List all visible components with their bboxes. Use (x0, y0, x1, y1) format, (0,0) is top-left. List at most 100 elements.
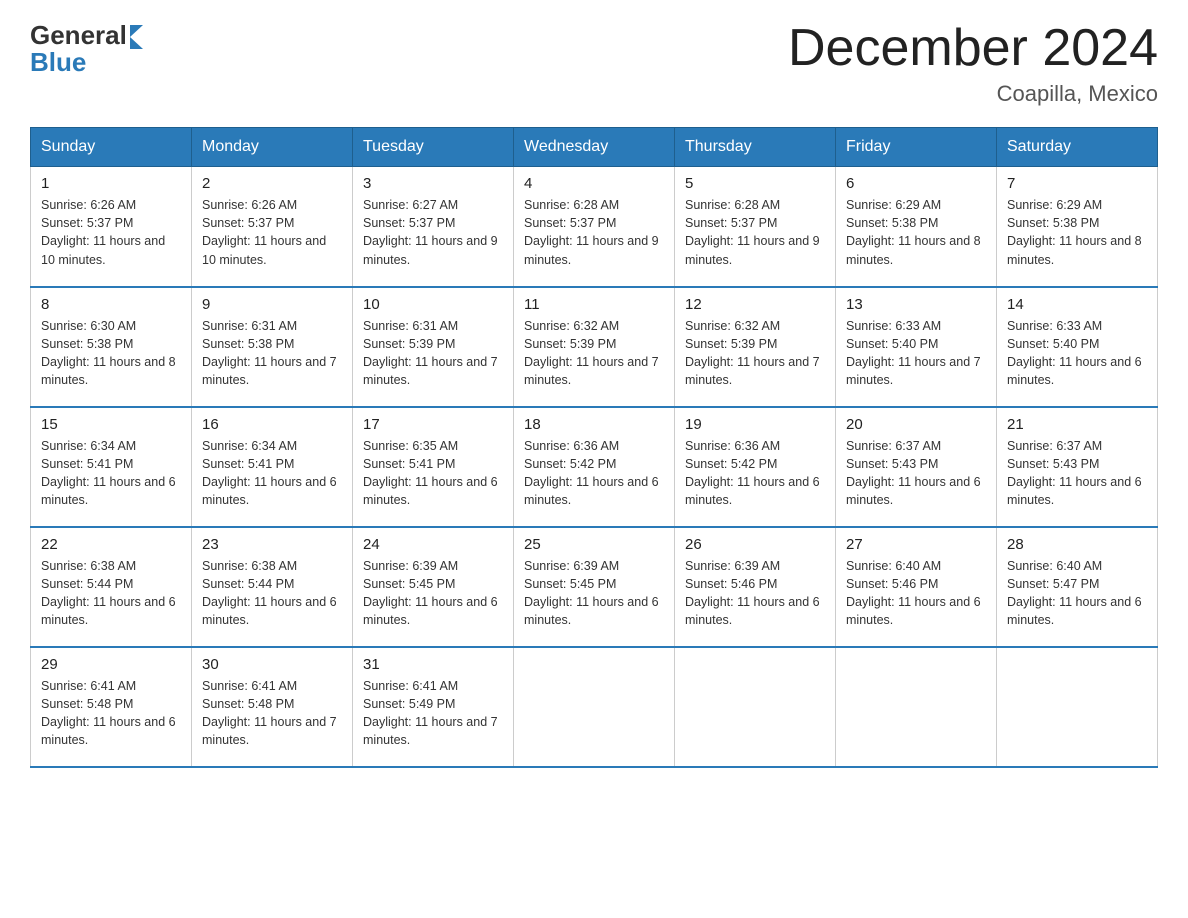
day-info: Sunrise: 6:39 AMSunset: 5:45 PMDaylight:… (524, 557, 664, 630)
day-info: Sunrise: 6:36 AMSunset: 5:42 PMDaylight:… (685, 437, 825, 510)
day-number: 27 (846, 536, 986, 553)
column-header-wednesday: Wednesday (514, 128, 675, 167)
calendar-cell: 30 Sunrise: 6:41 AMSunset: 5:48 PMDayligh… (192, 647, 353, 767)
calendar-cell: 23Sunrise: 6:38 AMSunset: 5:44 PMDayligh… (192, 527, 353, 647)
day-info: Sunrise: 6:34 AMSunset: 5:41 PMDaylight:… (202, 437, 342, 510)
calendar-cell: 22Sunrise: 6:38 AMSunset: 5:44 PMDayligh… (31, 527, 192, 647)
calendar-cell: 16 Sunrise: 6:34 AMSunset: 5:41 PMDayligh… (192, 407, 353, 527)
calendar-cell: 2Sunrise: 6:26 AMSunset: 5:37 PMDaylight… (192, 167, 353, 287)
day-number: 18 (524, 416, 664, 433)
day-number: 4 (524, 175, 664, 192)
day-number: 30 (202, 656, 342, 673)
day-number: 7 (1007, 175, 1147, 192)
page-header: General Blue December 2024 Coapilla, Mex… (30, 20, 1158, 107)
day-info: Sunrise: 6:29 AMSunset: 5:38 PMDaylight:… (846, 196, 986, 269)
day-number: 25 (524, 536, 664, 553)
day-number: 16 (202, 416, 342, 433)
day-number: 21 (1007, 416, 1147, 433)
logo-area: General Blue (30, 20, 143, 78)
calendar-header-row: SundayMondayTuesdayWednesdayThursdayFrid… (31, 128, 1158, 167)
day-info: Sunrise: 6:28 AMSunset: 5:37 PMDaylight:… (524, 196, 664, 269)
calendar-cell: 28 Sunrise: 6:40 AMSunset: 5:47 PMDayligh… (997, 527, 1158, 647)
day-info: Sunrise: 6:36 AMSunset: 5:42 PMDaylight:… (524, 437, 664, 510)
logo-flag (130, 25, 143, 49)
day-number: 15 (41, 416, 181, 433)
day-info: Sunrise: 6:37 AMSunset: 5:43 PMDaylight:… (846, 437, 986, 510)
day-info: Sunrise: 6:30 AMSunset: 5:38 PMDaylight:… (41, 317, 181, 390)
day-number: 17 (363, 416, 503, 433)
calendar-cell: 13Sunrise: 6:33 AMSunset: 5:40 PMDayligh… (836, 287, 997, 407)
day-number: 8 (41, 296, 181, 313)
calendar-cell: 18 Sunrise: 6:36 AMSunset: 5:42 PMDayligh… (514, 407, 675, 527)
calendar-cell: 17Sunrise: 6:35 AMSunset: 5:41 PMDayligh… (353, 407, 514, 527)
column-header-monday: Monday (192, 128, 353, 167)
calendar-cell: 4 Sunrise: 6:28 AMSunset: 5:37 PMDaylight… (514, 167, 675, 287)
calendar-table: SundayMondayTuesdayWednesdayThursdayFrid… (30, 127, 1158, 768)
calendar-cell: 26Sunrise: 6:39 AMSunset: 5:46 PMDayligh… (675, 527, 836, 647)
calendar-cell: 15 Sunrise: 6:34 AMSunset: 5:41 PMDayligh… (31, 407, 192, 527)
day-number: 29 (41, 656, 181, 673)
calendar-week-row: 8 Sunrise: 6:30 AMSunset: 5:38 PMDaylight… (31, 287, 1158, 407)
calendar-cell: 29Sunrise: 6:41 AMSunset: 5:48 PMDayligh… (31, 647, 192, 767)
calendar-cell: 19 Sunrise: 6:36 AMSunset: 5:42 PMDayligh… (675, 407, 836, 527)
day-number: 22 (41, 536, 181, 553)
day-info: Sunrise: 6:41 AMSunset: 5:48 PMDaylight:… (202, 677, 342, 750)
location: Coapilla, Mexico (788, 81, 1158, 107)
calendar-cell (675, 647, 836, 767)
day-info: Sunrise: 6:28 AMSunset: 5:37 PMDaylight:… (685, 196, 825, 269)
day-number: 20 (846, 416, 986, 433)
day-number: 13 (846, 296, 986, 313)
day-number: 9 (202, 296, 342, 313)
day-info: Sunrise: 6:40 AMSunset: 5:47 PMDaylight:… (1007, 557, 1147, 630)
logo-flag-bottom (130, 37, 143, 49)
day-info: Sunrise: 6:31 AMSunset: 5:39 PMDaylight:… (363, 317, 503, 390)
day-number: 31 (363, 656, 503, 673)
day-number: 1 (41, 175, 181, 192)
day-number: 26 (685, 536, 825, 553)
day-info: Sunrise: 6:33 AMSunset: 5:40 PMDaylight:… (1007, 317, 1147, 390)
day-info: Sunrise: 6:27 AMSunset: 5:37 PMDaylight:… (363, 196, 503, 269)
calendar-cell: 31Sunrise: 6:41 AMSunset: 5:49 PMDayligh… (353, 647, 514, 767)
calendar-cell (514, 647, 675, 767)
calendar-cell: 21 Sunrise: 6:37 AMSunset: 5:43 PMDayligh… (997, 407, 1158, 527)
calendar-cell: 25 Sunrise: 6:39 AMSunset: 5:45 PMDayligh… (514, 527, 675, 647)
calendar-cell: 12 Sunrise: 6:32 AMSunset: 5:39 PMDayligh… (675, 287, 836, 407)
column-header-sunday: Sunday (31, 128, 192, 167)
calendar-cell: 3Sunrise: 6:27 AMSunset: 5:37 PMDaylight… (353, 167, 514, 287)
calendar-week-row: 1 Sunrise: 6:26 AMSunset: 5:37 PMDaylight… (31, 167, 1158, 287)
logo-flag-top (130, 25, 143, 37)
day-number: 11 (524, 296, 664, 313)
day-number: 12 (685, 296, 825, 313)
calendar-cell: 14 Sunrise: 6:33 AMSunset: 5:40 PMDayligh… (997, 287, 1158, 407)
day-info: Sunrise: 6:32 AMSunset: 5:39 PMDaylight:… (685, 317, 825, 390)
calendar-cell (836, 647, 997, 767)
day-info: Sunrise: 6:26 AMSunset: 5:37 PMDaylight:… (41, 196, 181, 269)
day-info: Sunrise: 6:38 AMSunset: 5:44 PMDaylight:… (202, 557, 342, 630)
day-number: 2 (202, 175, 342, 192)
day-number: 24 (363, 536, 503, 553)
column-header-saturday: Saturday (997, 128, 1158, 167)
calendar-cell: 6 Sunrise: 6:29 AMSunset: 5:38 PMDaylight… (836, 167, 997, 287)
calendar-week-row: 29 Sunrise: 6:41 AMSunset: 5:48 PMDayligh… (31, 647, 1158, 767)
column-header-friday: Friday (836, 128, 997, 167)
day-info: Sunrise: 6:31 AMSunset: 5:38 PMDaylight:… (202, 317, 342, 390)
title-block: December 2024 Coapilla, Mexico (788, 20, 1158, 107)
day-info: Sunrise: 6:34 AMSunset: 5:41 PMDaylight:… (41, 437, 181, 510)
calendar-cell: 7Sunrise: 6:29 AMSunset: 5:38 PMDaylight… (997, 167, 1158, 287)
calendar-cell: 11Sunrise: 6:32 AMSunset: 5:39 PMDayligh… (514, 287, 675, 407)
day-number: 28 (1007, 536, 1147, 553)
calendar-week-row: 15 Sunrise: 6:34 AMSunset: 5:41 PMDayligh… (31, 407, 1158, 527)
day-number: 6 (846, 175, 986, 192)
day-number: 14 (1007, 296, 1147, 313)
day-number: 10 (363, 296, 503, 313)
calendar-cell: 10 Sunrise: 6:31 AMSunset: 5:39 PMDayligh… (353, 287, 514, 407)
day-info: Sunrise: 6:40 AMSunset: 5:46 PMDaylight:… (846, 557, 986, 630)
calendar-cell: 1 Sunrise: 6:26 AMSunset: 5:37 PMDaylight… (31, 167, 192, 287)
day-info: Sunrise: 6:37 AMSunset: 5:43 PMDaylight:… (1007, 437, 1147, 510)
calendar-cell: 20 Sunrise: 6:37 AMSunset: 5:43 PMDayligh… (836, 407, 997, 527)
calendar-cell: 9 Sunrise: 6:31 AMSunset: 5:38 PMDaylight… (192, 287, 353, 407)
column-header-tuesday: Tuesday (353, 128, 514, 167)
day-number: 19 (685, 416, 825, 433)
column-header-thursday: Thursday (675, 128, 836, 167)
calendar-cell: 24Sunrise: 6:39 AMSunset: 5:45 PMDayligh… (353, 527, 514, 647)
